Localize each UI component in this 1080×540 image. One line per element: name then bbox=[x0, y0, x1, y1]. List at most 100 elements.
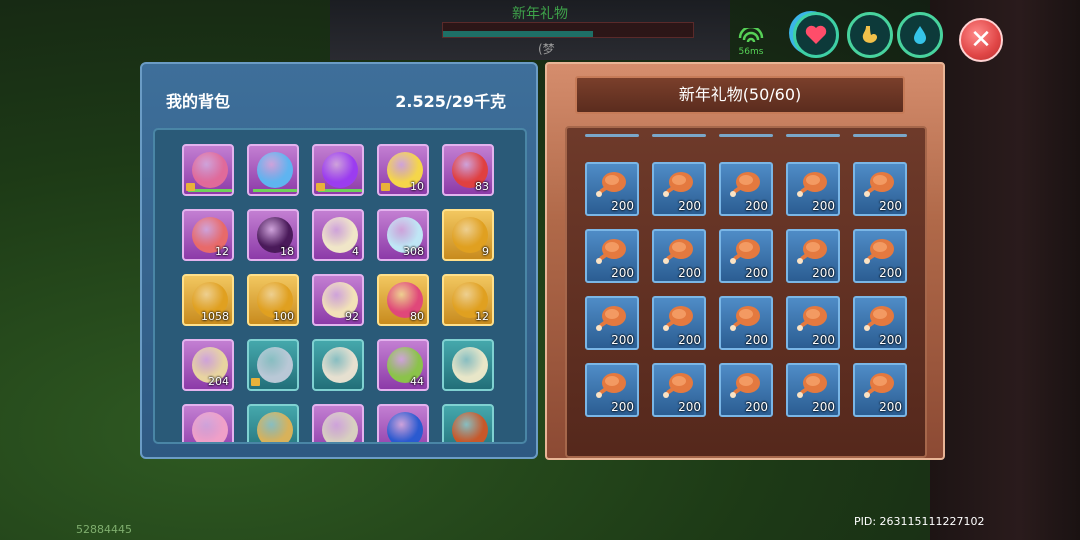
roast-chicken-leg-icon bbox=[862, 370, 896, 400]
ping-text: 56ms bbox=[738, 47, 764, 57]
backpack-slot[interactable] bbox=[247, 404, 299, 442]
backpack-slot[interactable]: 4 bbox=[312, 209, 364, 261]
user-id: 52884445 bbox=[76, 523, 132, 536]
slot-divider bbox=[786, 134, 840, 137]
gift-slot[interactable]: 200 bbox=[719, 296, 773, 350]
backpack-slot[interactable] bbox=[377, 404, 429, 442]
backpack-slot[interactable] bbox=[442, 404, 494, 442]
thirst-stat-button[interactable] bbox=[897, 12, 943, 58]
gift-slot[interactable]: 200 bbox=[652, 229, 706, 283]
item-count: 200 bbox=[879, 400, 902, 414]
gift-slot[interactable]: 200 bbox=[652, 296, 706, 350]
backpack-slot[interactable] bbox=[442, 339, 494, 391]
item-count: 204 bbox=[208, 375, 229, 388]
roast-chicken-leg-icon bbox=[795, 370, 829, 400]
roast-chicken-leg-icon bbox=[661, 303, 695, 333]
backpack-slot[interactable]: 1058 bbox=[182, 274, 234, 326]
gift-slot[interactable]: 200 bbox=[853, 363, 907, 417]
backpack-slot[interactable]: 100 bbox=[247, 274, 299, 326]
lollipop-icon bbox=[192, 152, 228, 188]
item-count: 200 bbox=[745, 199, 768, 213]
backpack-slot[interactable]: 83 bbox=[442, 144, 494, 196]
hunger-stat-button[interactable] bbox=[847, 12, 893, 58]
slot-divider bbox=[652, 134, 706, 137]
roast-chicken-leg-icon bbox=[728, 303, 762, 333]
backpack-slot[interactable]: 308 bbox=[377, 209, 429, 261]
roast-chicken-leg-icon bbox=[728, 236, 762, 266]
gift-box-grid[interactable]: 200 200 200 200 200 200 200 200 200 200 200 200 200 2… bbox=[565, 126, 927, 458]
item-count: 9 bbox=[482, 245, 489, 258]
water-drop-icon bbox=[914, 26, 926, 44]
backpack-slot[interactable]: 9 bbox=[442, 209, 494, 261]
roast-chicken-leg-icon bbox=[862, 303, 896, 333]
gift-slot[interactable]: 200 bbox=[786, 363, 840, 417]
gift-slot[interactable]: 200 bbox=[585, 363, 639, 417]
item-count: 200 bbox=[812, 333, 835, 347]
backpack-slot[interactable] bbox=[247, 339, 299, 391]
roast-chicken-leg-icon bbox=[594, 236, 628, 266]
close-button[interactable]: ✕ bbox=[959, 18, 1003, 62]
backpack-slot[interactable] bbox=[312, 144, 364, 196]
item-count: 200 bbox=[745, 266, 768, 280]
backpack-slot[interactable] bbox=[312, 339, 364, 391]
gift-slot[interactable]: 200 bbox=[652, 363, 706, 417]
crystal-potion-icon bbox=[257, 152, 293, 188]
roast-chicken-leg-icon bbox=[661, 370, 695, 400]
item-count: 1058 bbox=[201, 310, 229, 323]
gift-slot[interactable]: 200 bbox=[652, 162, 706, 216]
backpack-slot[interactable] bbox=[247, 144, 299, 196]
gift-slot[interactable]: 200 bbox=[786, 296, 840, 350]
dice-box-icon bbox=[452, 347, 488, 383]
item-count: 200 bbox=[678, 199, 701, 213]
item-count: 200 bbox=[611, 266, 634, 280]
backpack-slot[interactable]: 18 bbox=[247, 209, 299, 261]
gift-slot[interactable]: 200 bbox=[585, 296, 639, 350]
slot-divider bbox=[853, 134, 907, 137]
backpack-grid[interactable]: 10 83 12 18 4 308 9 1058 100 92 80 12 204 44 bbox=[153, 128, 527, 444]
item-count: 18 bbox=[280, 245, 294, 258]
backpack-slot[interactable]: 12 bbox=[442, 274, 494, 326]
item-count: 12 bbox=[475, 310, 489, 323]
backpack-panel: 我的背包 2.525/29千克 10 83 12 18 4 308 9 1058 100 92 80… bbox=[140, 62, 538, 459]
item-count: 200 bbox=[812, 266, 835, 280]
gift-slot[interactable]: 200 bbox=[786, 229, 840, 283]
gift-box-title: 新年礼物(50/60) bbox=[575, 76, 905, 114]
backpack-slot[interactable]: 204 bbox=[182, 339, 234, 391]
item-count: 83 bbox=[475, 180, 489, 193]
target-health-bar bbox=[442, 22, 694, 38]
gift-box-panel: 新年礼物(50/60) 200 200 200 200 200 200 200 200 200 2… bbox=[545, 62, 945, 460]
gold-trophy-icon bbox=[257, 412, 293, 442]
backpack-slot[interactable]: 10 bbox=[377, 144, 429, 196]
health-fill bbox=[443, 31, 593, 37]
treasure-chest-icon bbox=[452, 412, 488, 442]
item-count: 200 bbox=[812, 400, 835, 414]
gift-slot[interactable]: 200 bbox=[719, 363, 773, 417]
gift-slot[interactable]: 200 bbox=[786, 162, 840, 216]
backpack-slot[interactable]: 80 bbox=[377, 274, 429, 326]
backpack-slot[interactable] bbox=[182, 404, 234, 442]
gift-slot[interactable]: 200 bbox=[585, 162, 639, 216]
blue-hat-icon bbox=[387, 412, 423, 442]
background-wall bbox=[930, 0, 1080, 540]
gift-slot[interactable]: 200 bbox=[719, 229, 773, 283]
backpack-weight: 2.525/29千克 bbox=[395, 92, 506, 111]
backpack-slot[interactable]: 12 bbox=[182, 209, 234, 261]
gift-slot[interactable]: 200 bbox=[719, 162, 773, 216]
health-stat-button[interactable] bbox=[793, 12, 839, 58]
backpack-slot[interactable]: 44 bbox=[377, 339, 429, 391]
backpack-slot[interactable]: 92 bbox=[312, 274, 364, 326]
gift-slot[interactable]: 200 bbox=[585, 229, 639, 283]
item-count: 200 bbox=[812, 199, 835, 213]
gift-slot[interactable]: 200 bbox=[853, 229, 907, 283]
backpack-title: 我的背包 bbox=[166, 92, 231, 111]
gift-slot[interactable]: 200 bbox=[853, 296, 907, 350]
item-count: 200 bbox=[678, 400, 701, 414]
backpack-slot[interactable] bbox=[312, 404, 364, 442]
stomach-icon bbox=[862, 26, 878, 43]
gift-slot[interactable]: 200 bbox=[853, 162, 907, 216]
item-count: 200 bbox=[678, 266, 701, 280]
item-count: 200 bbox=[611, 333, 634, 347]
backpack-slot[interactable] bbox=[182, 144, 234, 196]
item-count: 12 bbox=[215, 245, 229, 258]
roast-chicken-leg-icon bbox=[661, 169, 695, 199]
